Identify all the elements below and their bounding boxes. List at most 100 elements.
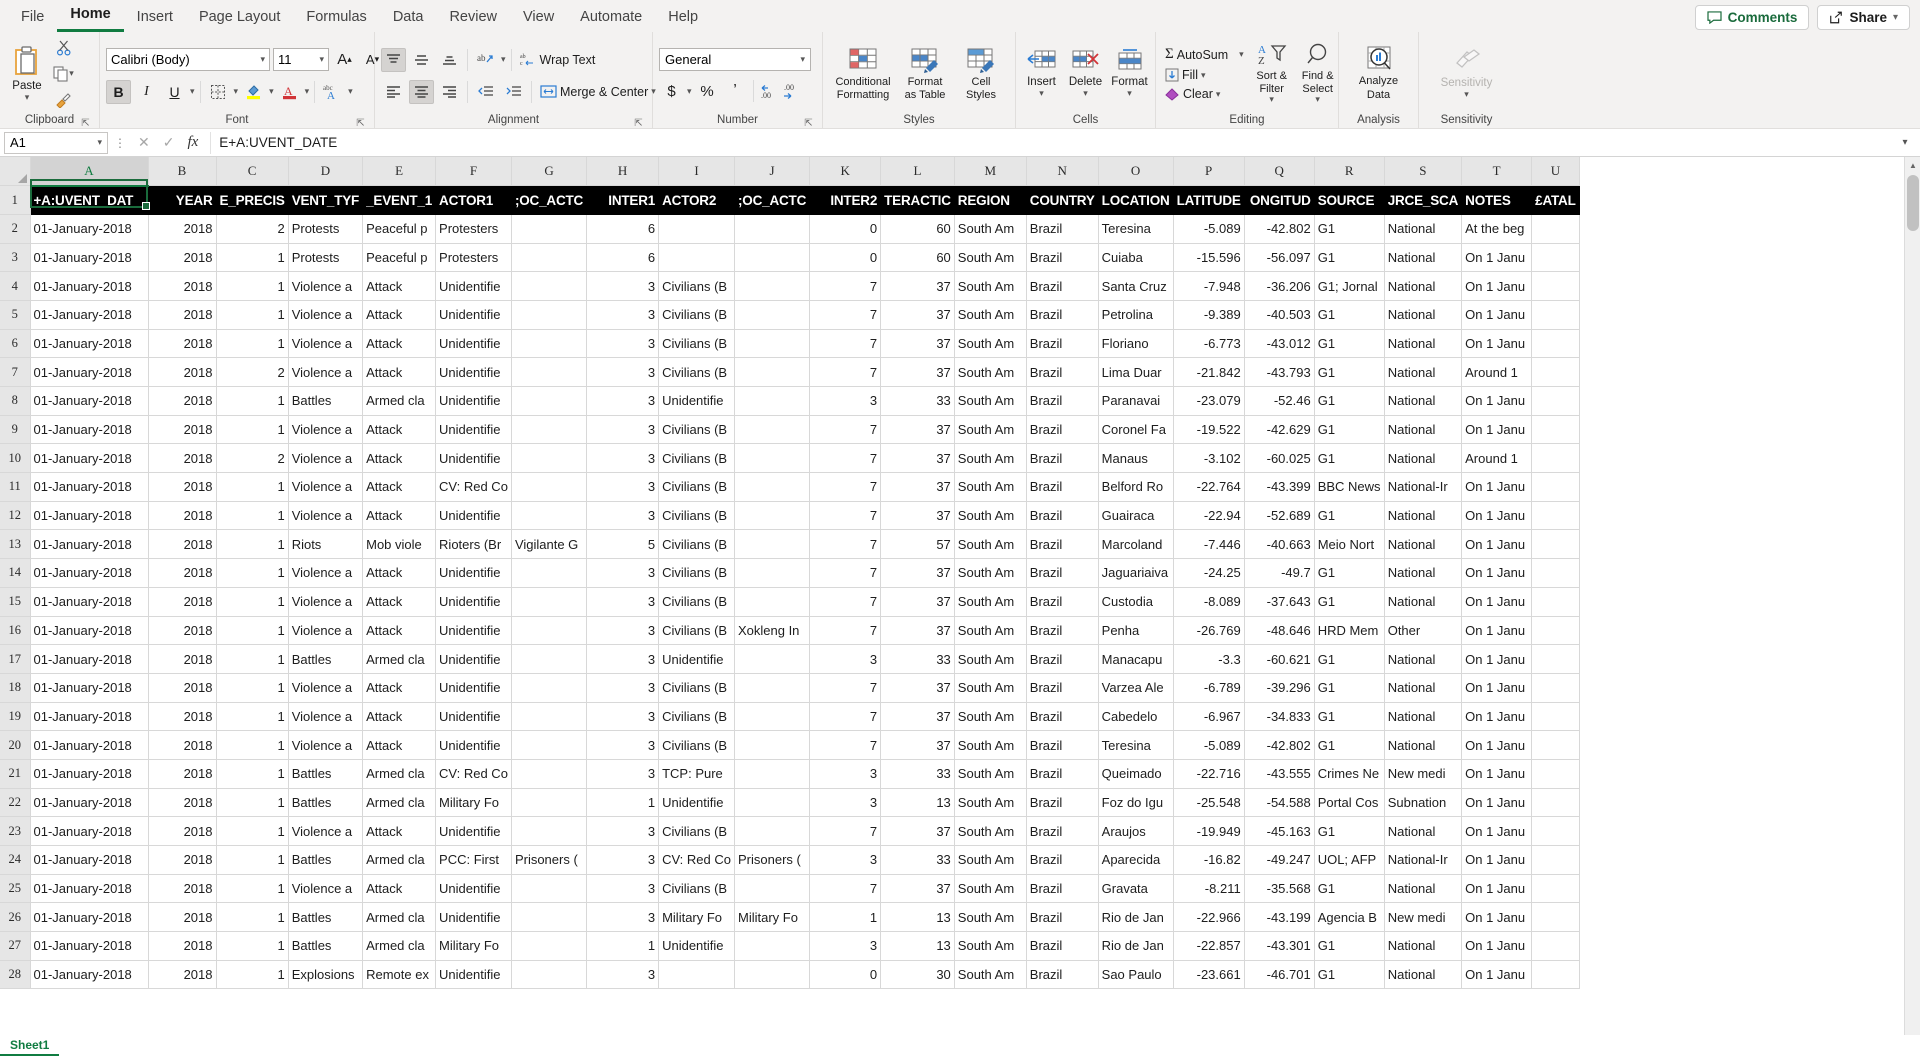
grid-cell[interactable] bbox=[511, 960, 588, 990]
grid-cell[interactable]: BBC News bbox=[1314, 472, 1385, 502]
grid-cell[interactable]: 01-January-2018 bbox=[30, 960, 149, 990]
grid-cell[interactable]: Teresina bbox=[1098, 730, 1174, 760]
fill-button[interactable]: Fill ▾ bbox=[1162, 67, 1247, 83]
chevron-down-icon[interactable]: ▾ bbox=[687, 86, 692, 97]
grid-cell[interactable]: Unidentifie bbox=[435, 616, 512, 646]
grid-cell[interactable]: Other bbox=[1384, 616, 1463, 646]
grid-cell[interactable]: On 1 Janu bbox=[1461, 329, 1533, 359]
grid-cell[interactable] bbox=[734, 874, 811, 904]
grid-cell[interactable] bbox=[734, 931, 811, 961]
cut-button[interactable] bbox=[51, 36, 76, 60]
chevron-down-icon[interactable]: ▾ bbox=[348, 86, 353, 97]
grid-cell[interactable]: -60.025 bbox=[1244, 443, 1315, 474]
grid-cell[interactable]: 7 bbox=[809, 501, 882, 531]
column-title-cell[interactable]: ACTOR1 bbox=[435, 185, 512, 215]
format-painter-button[interactable] bbox=[51, 88, 76, 112]
grid-cell[interactable]: Attack bbox=[362, 702, 437, 732]
chevron-down-icon[interactable]: ▾ bbox=[69, 68, 74, 79]
grid-cell[interactable]: Unidentifie bbox=[435, 386, 512, 416]
grid-cell[interactable]: Brazil bbox=[1026, 730, 1099, 760]
row-header-13[interactable]: 13 bbox=[0, 529, 31, 560]
grid-cell[interactable]: Unidentifie bbox=[435, 816, 512, 846]
grid-cell[interactable]: G1 bbox=[1314, 386, 1385, 416]
grid-cell[interactable]: -43.012 bbox=[1244, 329, 1315, 359]
grid-cell[interactable]: 2018 bbox=[148, 931, 217, 961]
grid-cell[interactable]: Coronel Fa bbox=[1098, 415, 1174, 445]
grid-cell[interactable]: 7 bbox=[809, 300, 882, 330]
number-format-select[interactable]: General ▾ bbox=[659, 48, 811, 71]
row-header-21[interactable]: 21 bbox=[0, 759, 31, 789]
grid-cell[interactable]: 1 bbox=[216, 702, 289, 732]
grid-cell[interactable]: Lima Duar bbox=[1098, 357, 1174, 387]
grid-cell[interactable]: Unidentifie bbox=[435, 587, 512, 617]
grid-cell[interactable]: Unidentifie bbox=[435, 902, 512, 933]
grid-cell[interactable]: Gravata bbox=[1098, 874, 1174, 904]
grid-cell[interactable]: G1 bbox=[1314, 243, 1385, 273]
grid-cell[interactable] bbox=[734, 271, 811, 301]
grid-cell[interactable]: 01-January-2018 bbox=[30, 329, 149, 359]
grid-cell[interactable]: Unidentifie bbox=[435, 501, 512, 531]
grid-cell[interactable]: National bbox=[1384, 931, 1463, 961]
column-header-o[interactable]: O bbox=[1098, 157, 1174, 187]
grid-cell[interactable]: -5.089 bbox=[1173, 214, 1245, 244]
grid-cell[interactable]: South Am bbox=[954, 214, 1027, 244]
grid-cell[interactable]: 01-January-2018 bbox=[30, 558, 149, 588]
grid-cell[interactable]: Military Fo bbox=[435, 931, 512, 961]
grid-cell[interactable]: -25.548 bbox=[1173, 788, 1245, 818]
grid-cell[interactable]: CV: Red Co bbox=[435, 759, 512, 789]
grid-cell[interactable] bbox=[511, 902, 588, 933]
grid-cell[interactable] bbox=[734, 243, 811, 273]
grid-cell[interactable] bbox=[734, 415, 811, 445]
grid-cell[interactable]: Attack bbox=[362, 730, 437, 760]
grid-cell[interactable] bbox=[734, 702, 811, 732]
grid-cell[interactable]: Brazil bbox=[1026, 931, 1099, 961]
grid-cell[interactable]: 7 bbox=[809, 271, 882, 301]
grid-cell[interactable]: 3 bbox=[809, 386, 882, 416]
column-header-g[interactable]: G bbox=[511, 157, 588, 187]
grid-cell[interactable]: 1 bbox=[216, 960, 289, 990]
align-center-button[interactable] bbox=[409, 79, 434, 104]
align-top-button[interactable] bbox=[381, 47, 406, 72]
grid-cell[interactable] bbox=[1531, 788, 1580, 818]
grid-cell[interactable] bbox=[734, 673, 811, 703]
grid-cell[interactable] bbox=[1531, 902, 1580, 933]
grid-cell[interactable]: On 1 Janu bbox=[1461, 472, 1533, 502]
grid-cell[interactable]: G1 bbox=[1314, 730, 1385, 760]
font-name-input[interactable]: Calibri (Body) ▾ bbox=[106, 48, 270, 71]
column-header-t[interactable]: T bbox=[1461, 157, 1533, 187]
grid-cell[interactable]: 01-January-2018 bbox=[30, 845, 149, 875]
tab-page-layout[interactable]: Page Layout bbox=[186, 5, 293, 32]
grid-cell[interactable]: Peaceful p bbox=[362, 214, 437, 244]
grid-cell[interactable]: -23.079 bbox=[1173, 386, 1245, 416]
grid-cell[interactable]: Attack bbox=[362, 587, 437, 617]
grid-cell[interactable]: 0 bbox=[809, 243, 882, 273]
chevron-down-icon[interactable]: ▾ bbox=[319, 54, 324, 65]
grid-cell[interactable]: 2018 bbox=[148, 214, 217, 244]
grid-cell[interactable] bbox=[511, 443, 588, 474]
grid-cell[interactable]: 2018 bbox=[148, 443, 217, 474]
grid-cell[interactable]: 3 bbox=[586, 644, 660, 674]
grid-cell[interactable]: -42.802 bbox=[1244, 730, 1315, 760]
grid-cell[interactable]: -49.247 bbox=[1244, 845, 1315, 875]
grid-cell[interactable]: CV: Red Co bbox=[435, 472, 512, 502]
grid-cell[interactable]: 01-January-2018 bbox=[30, 616, 149, 646]
grid-cell[interactable]: 01-January-2018 bbox=[30, 271, 149, 301]
grid-cell[interactable]: 2 bbox=[216, 357, 289, 387]
grid-cell[interactable]: Brazil bbox=[1026, 616, 1099, 646]
grid-cell[interactable] bbox=[511, 415, 588, 445]
grid-cell[interactable] bbox=[734, 816, 811, 846]
grid-cell[interactable]: 37 bbox=[880, 816, 955, 846]
grid-cell[interactable]: Violence a bbox=[288, 329, 364, 359]
grid-cell[interactable]: G1 bbox=[1314, 300, 1385, 330]
grid-cell[interactable]: Civilians (B bbox=[658, 702, 735, 732]
align-right-button[interactable] bbox=[437, 80, 462, 104]
grid-cell[interactable]: Violence a bbox=[288, 874, 364, 904]
tab-data[interactable]: Data bbox=[380, 5, 437, 32]
chevron-down-icon[interactable]: ▾ bbox=[1315, 94, 1320, 104]
grid-cell[interactable]: Brazil bbox=[1026, 874, 1099, 904]
column-title-cell[interactable]: +A:UVENT_DAT bbox=[30, 185, 149, 215]
grid-cell[interactable]: 01-January-2018 bbox=[30, 902, 149, 933]
grid-cell[interactable]: Civilians (B bbox=[658, 501, 735, 531]
grid-cell[interactable]: -7.446 bbox=[1173, 529, 1245, 560]
grid-cell[interactable]: -22.966 bbox=[1173, 902, 1245, 933]
